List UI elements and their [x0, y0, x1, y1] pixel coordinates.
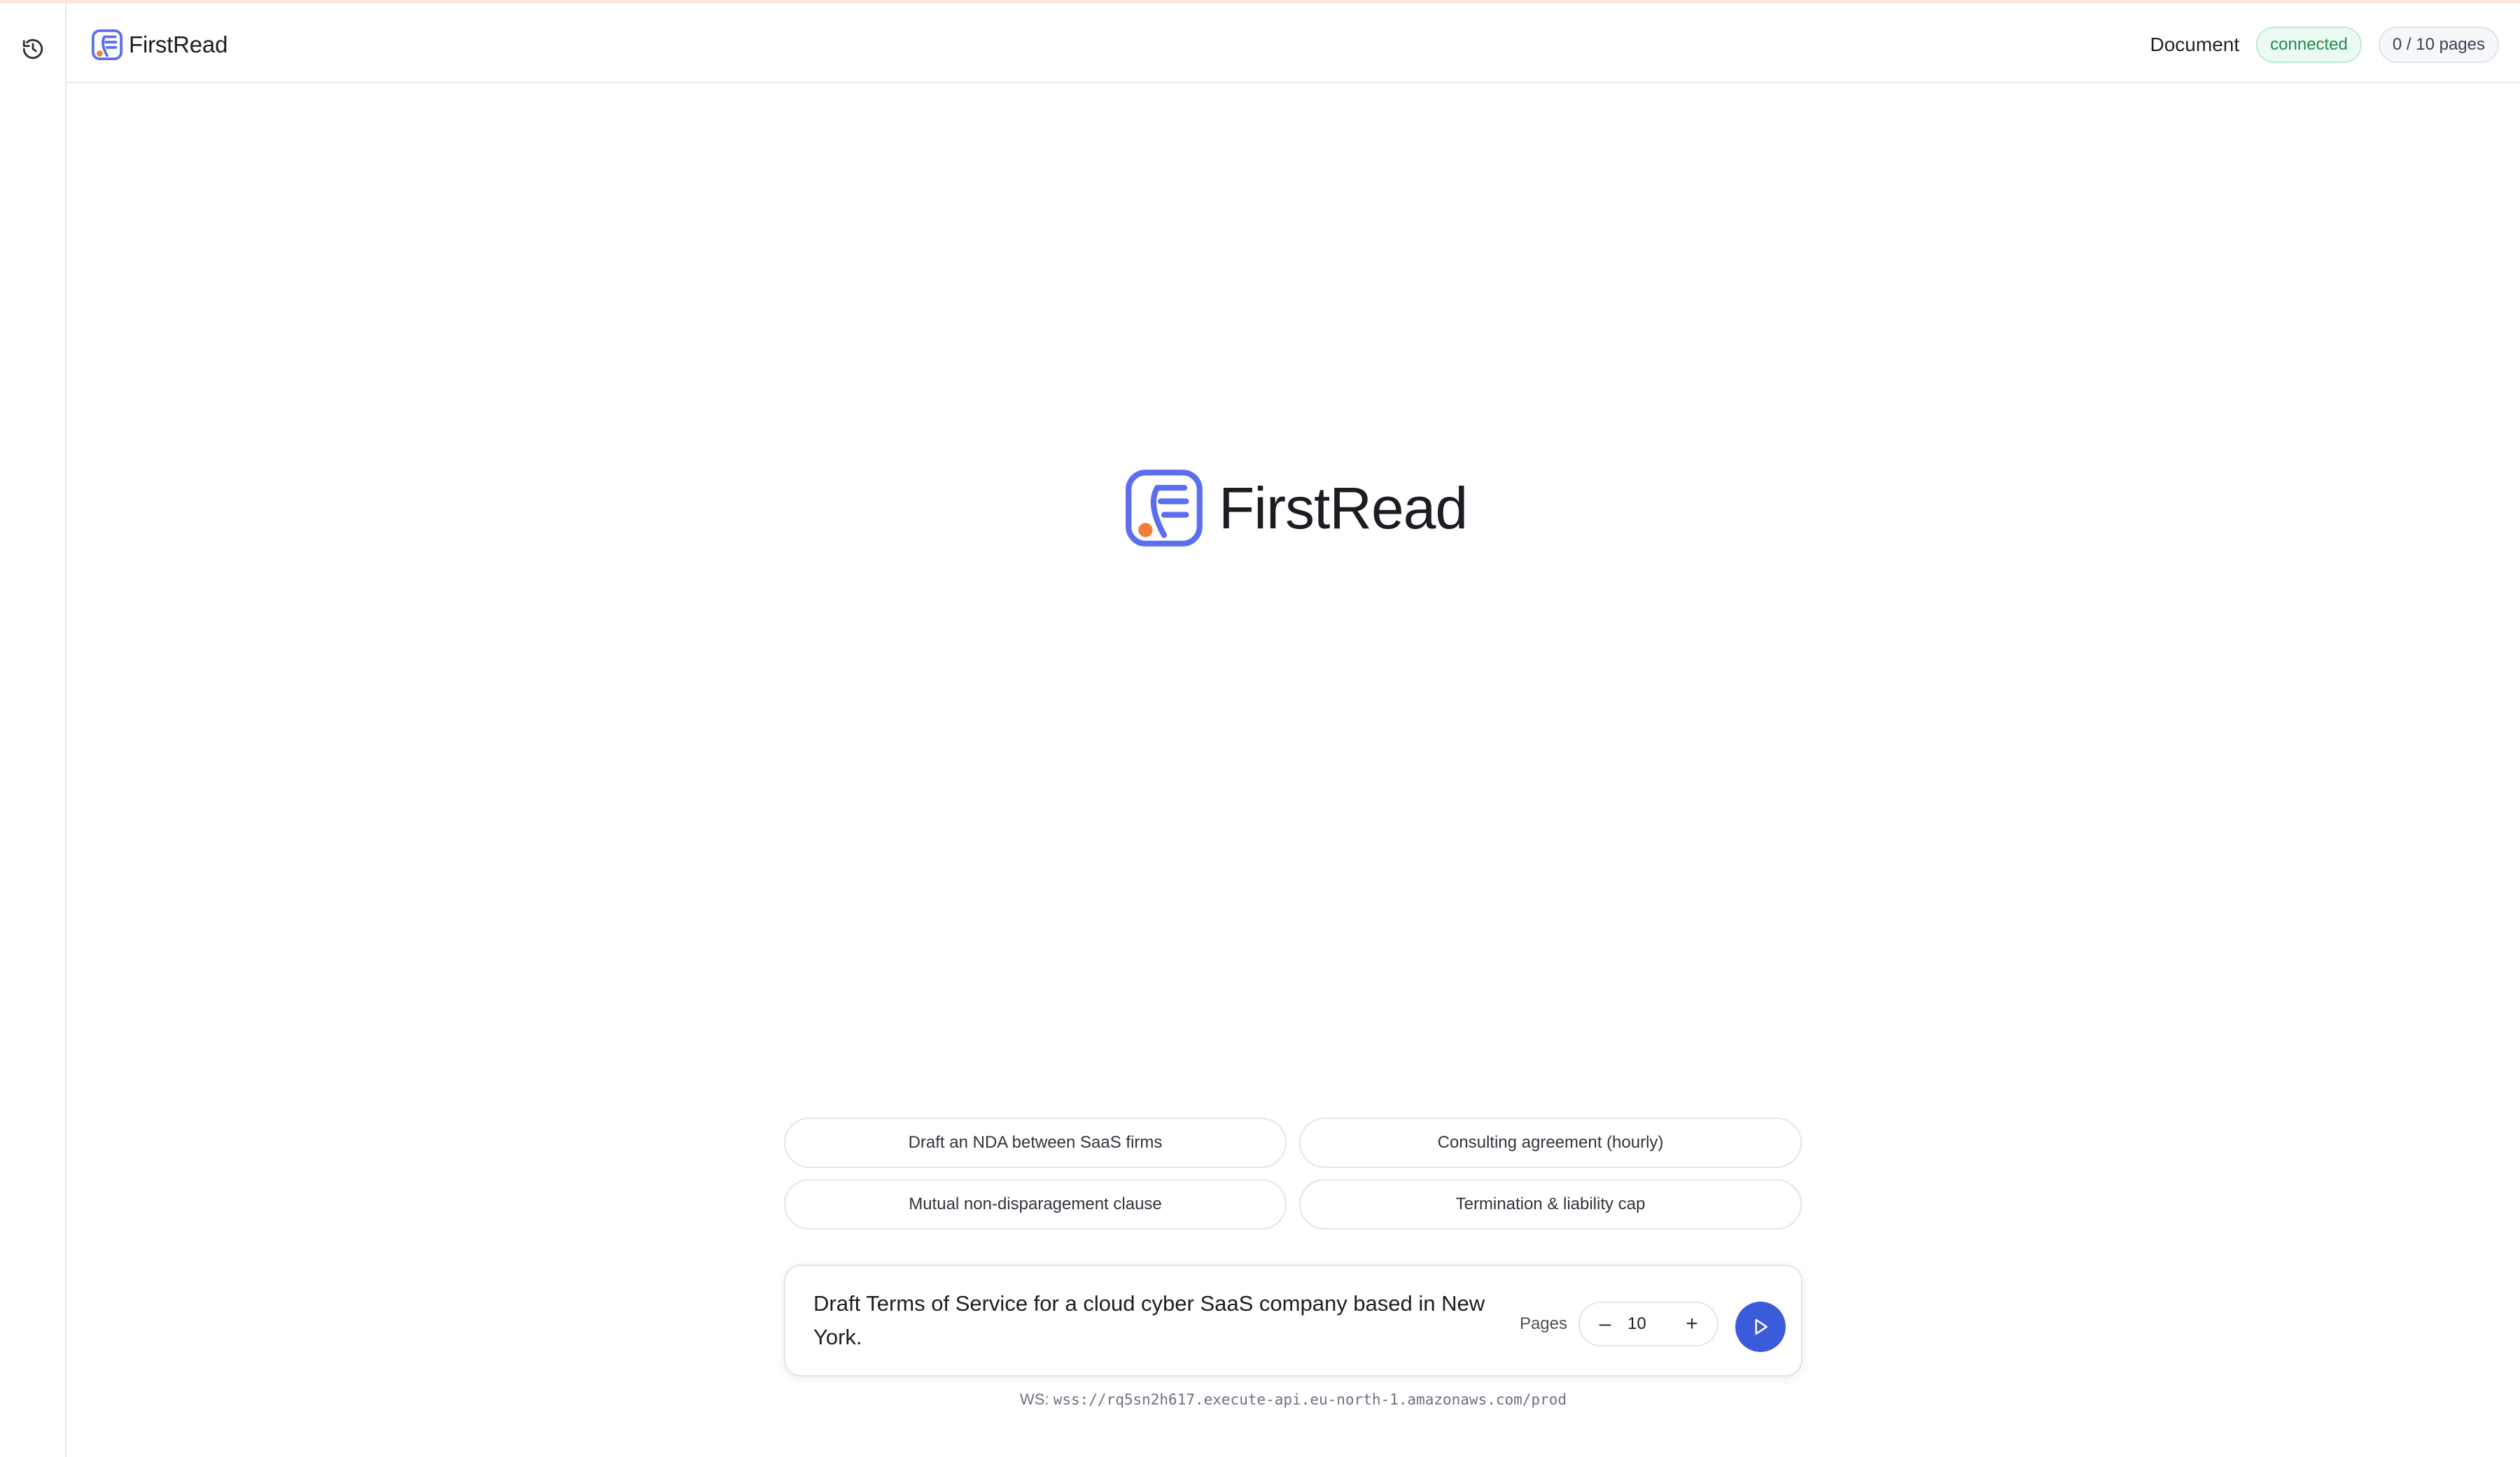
- firstread-logo-icon: [1126, 470, 1203, 547]
- play-icon: [1755, 1318, 1768, 1335]
- history-button[interactable]: [18, 34, 48, 64]
- pages-decrement-button[interactable]: –: [1592, 1311, 1618, 1337]
- prompt-composer: Draft Terms of Service for a cloud cyber…: [784, 1265, 1802, 1377]
- hero-brand-name: FirstRead: [1219, 474, 1468, 541]
- suggestion-chip-non-disparagement[interactable]: Mutual non-disparagement clause: [784, 1179, 1287, 1230]
- pages-label: Pages: [1519, 1314, 1567, 1333]
- hero-brand: FirstRead: [1124, 467, 1468, 549]
- ws-prefix: WS:: [1020, 1391, 1049, 1408]
- prompt-input[interactable]: Draft Terms of Service for a cloud cyber…: [813, 1287, 1485, 1354]
- firstread-logo-icon: [91, 29, 123, 61]
- pages-increment-button[interactable]: +: [1679, 1311, 1704, 1337]
- pages-count-badge: 0 / 10 pages: [2378, 27, 2499, 63]
- history-icon: [22, 38, 43, 59]
- pages-control: Pages – 10 +: [1520, 1302, 1718, 1346]
- websocket-endpoint: WS: wss://rq5sn2h617.execute-api.eu-nort…: [784, 1391, 1802, 1409]
- header-brand-name: FirstRead: [129, 31, 228, 57]
- header-status-group: Document connected 0 / 10 pages: [2150, 26, 2499, 64]
- top-bar: FirstRead Document connected 0 / 10 page…: [66, 3, 2520, 83]
- suggestion-chip-consulting[interactable]: Consulting agreement (hourly): [1299, 1118, 1802, 1168]
- suggestion-chip-termination[interactable]: Termination & liability cap: [1299, 1179, 1802, 1230]
- header-brand[interactable]: FirstRead: [91, 27, 227, 62]
- connection-status-badge: connected: [2256, 27, 2362, 63]
- sidebar: [0, 3, 66, 1457]
- suggestion-chips: Draft an NDA between SaaS firms Consulti…: [784, 1118, 1802, 1230]
- send-button[interactable]: [1735, 1302, 1786, 1352]
- pages-value-input[interactable]: 10: [1618, 1314, 1679, 1334]
- document-label: Document: [2150, 34, 2240, 55]
- suggestion-chip-nda[interactable]: Draft an NDA between SaaS firms: [784, 1118, 1287, 1168]
- pages-stepper: – 10 +: [1578, 1302, 1718, 1346]
- ws-url: wss://rq5sn2h617.execute-api.eu-north-1.…: [1053, 1391, 1567, 1408]
